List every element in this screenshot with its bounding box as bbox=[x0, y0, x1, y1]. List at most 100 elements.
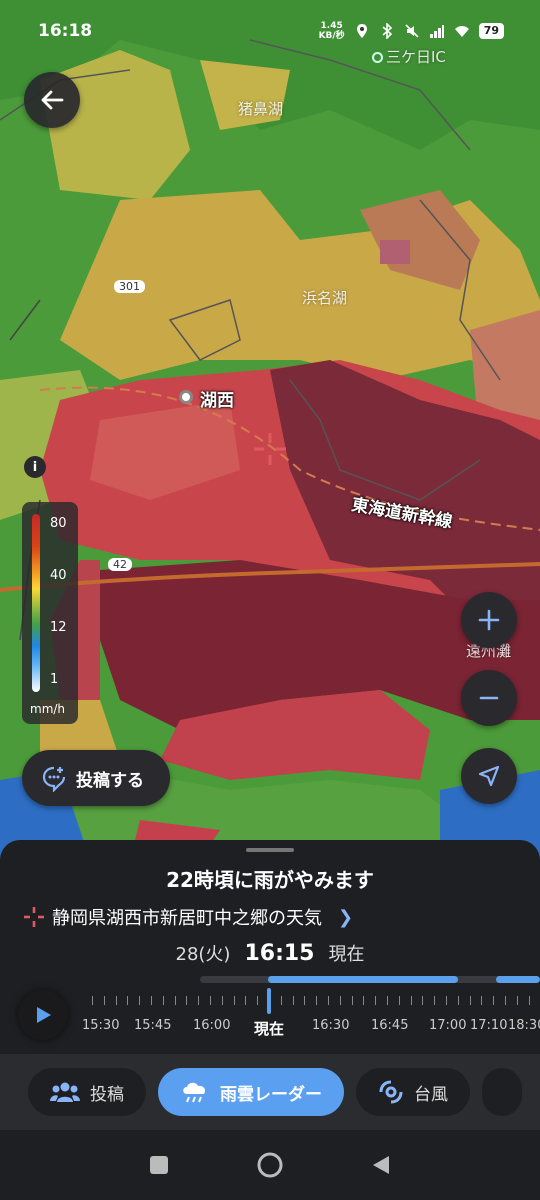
timeline-range-fill-2 bbox=[496, 976, 540, 983]
bottom-tab-bar: 投稿 雨雲レーダー 台風 bbox=[0, 1054, 540, 1130]
home-icon[interactable] bbox=[256, 1151, 284, 1179]
tab-rain-radar-label: 雨雲レーダー bbox=[220, 1084, 322, 1105]
timeline-tick bbox=[422, 996, 424, 1005]
timeline-tick bbox=[280, 996, 282, 1005]
timeline-tick bbox=[469, 996, 471, 1005]
timeline-label: 16:00 bbox=[193, 1018, 231, 1033]
rain-radar-overlay bbox=[0, 0, 540, 860]
timeline-tick bbox=[257, 996, 259, 1005]
timeline-tick bbox=[245, 996, 247, 1005]
people-icon bbox=[50, 1082, 80, 1102]
battery-level: 79 bbox=[478, 23, 504, 39]
post-report-button[interactable]: 投稿する bbox=[22, 750, 170, 806]
location-name: 静岡県湖西市新居町中之郷の天気 bbox=[52, 908, 322, 929]
zoom-out-button[interactable] bbox=[461, 670, 517, 726]
timeline-tick bbox=[493, 996, 495, 1005]
timeline-label: 16:30 bbox=[312, 1018, 350, 1033]
timeline-label: 15:45 bbox=[134, 1018, 172, 1033]
timeline-tick bbox=[516, 996, 518, 1005]
timeline-tick bbox=[351, 996, 353, 1005]
route-sign-301: 301 bbox=[114, 280, 145, 293]
system-nav-bar bbox=[0, 1130, 540, 1200]
timeline-tick bbox=[139, 996, 141, 1005]
current-time-row: 28(火) 16:15 現在 bbox=[0, 940, 540, 966]
timeline-label: 17:10 bbox=[470, 1018, 508, 1033]
network-speed-unit: KB/秒 bbox=[318, 31, 345, 41]
town-marker-icon bbox=[179, 390, 193, 404]
my-location-button[interactable] bbox=[461, 748, 517, 804]
map-label-lake1: 猪鼻湖 bbox=[238, 100, 284, 118]
route-sign-42: 42 bbox=[108, 558, 132, 571]
legend-tick-40: 40 bbox=[50, 568, 67, 583]
zoom-in-button[interactable] bbox=[461, 592, 517, 648]
timeline-tick bbox=[127, 996, 129, 1005]
tab-posts[interactable]: 投稿 bbox=[28, 1068, 146, 1116]
navigation-arrow-icon bbox=[478, 765, 500, 787]
mute-icon bbox=[405, 24, 419, 38]
timeline-tick bbox=[363, 996, 365, 1005]
crosshair-icon bbox=[24, 907, 44, 927]
recents-icon[interactable] bbox=[148, 1154, 170, 1176]
timeline-tick bbox=[316, 996, 318, 1005]
back-button[interactable] bbox=[24, 72, 80, 128]
current-date: 28(火) bbox=[175, 944, 231, 965]
network-speed: 1.45 KB/秒 bbox=[319, 21, 345, 41]
legend-tick-80: 80 bbox=[50, 516, 67, 531]
map-label-town: 湖西 bbox=[200, 391, 234, 411]
timeline-tick bbox=[186, 996, 188, 1005]
legend-color-bar bbox=[32, 514, 40, 692]
legend-unit: mm/h bbox=[30, 702, 66, 716]
timeline-tick bbox=[528, 996, 530, 1005]
legend-tick-12: 12 bbox=[50, 620, 67, 635]
timeline-tick bbox=[339, 996, 341, 1005]
rain-cloud-icon bbox=[183, 1082, 206, 1103]
timeline-labels: 15:30 15:45 16:00 現在 16:30 16:45 17:00 1… bbox=[0, 1018, 540, 1040]
timeline-tick bbox=[410, 996, 412, 1005]
location-weather-link[interactable]: 静岡県湖西市新居町中之郷の天気 ❯ bbox=[22, 904, 353, 930]
tab-typhoon[interactable]: 台風 bbox=[356, 1068, 470, 1116]
rain-forecast-headline: 22時頃に雨がやみます bbox=[166, 868, 374, 892]
timeline-tick bbox=[434, 996, 436, 1005]
wifi-icon bbox=[454, 26, 469, 37]
info-icon[interactable]: i bbox=[24, 456, 46, 478]
timeline-ticks[interactable] bbox=[80, 996, 540, 1008]
timeline-cursor[interactable] bbox=[267, 988, 271, 1014]
timeline-label: 16:45 bbox=[371, 1018, 409, 1033]
tab-posts-label: 投稿 bbox=[90, 1084, 124, 1105]
status-time: 16:18 bbox=[38, 21, 93, 41]
timeline-tick bbox=[398, 996, 400, 1005]
chevron-right-icon: ❯ bbox=[338, 906, 354, 928]
precipitation-legend: 80 40 12 1 mm/h bbox=[22, 502, 78, 724]
timeline-tick bbox=[221, 996, 223, 1005]
tab-typhoon-label: 台風 bbox=[414, 1084, 448, 1105]
timeline-tick bbox=[481, 996, 483, 1005]
timeline-tick bbox=[115, 996, 117, 1005]
signal-icon bbox=[429, 25, 444, 38]
timeline-tick bbox=[328, 996, 329, 1005]
sheet-drag-handle[interactable] bbox=[246, 848, 294, 852]
timeline-tick bbox=[198, 996, 200, 1005]
back-nav-icon[interactable] bbox=[370, 1154, 392, 1176]
post-report-label: 投稿する bbox=[76, 770, 144, 791]
typhoon-icon bbox=[379, 1080, 403, 1104]
timeline-tick bbox=[210, 996, 211, 1005]
timeline-tick bbox=[151, 996, 152, 1005]
legend-tick-1: 1 bbox=[50, 672, 59, 687]
map-label-lake2: 浜名湖 bbox=[302, 289, 348, 307]
timeline-label: 17:00 bbox=[429, 1018, 467, 1033]
timeline-tick bbox=[162, 996, 164, 1005]
timeline-tick bbox=[505, 996, 506, 1005]
timeline-tick bbox=[174, 996, 176, 1005]
current-time: 16:15 bbox=[244, 941, 315, 966]
plus-icon bbox=[478, 609, 500, 631]
status-bar: 16:18 1.45 KB/秒 79 bbox=[0, 0, 540, 62]
tab-rain-radar[interactable]: 雨雲レーダー bbox=[158, 1068, 344, 1116]
tab-more-partial[interactable] bbox=[482, 1068, 522, 1116]
timeline-label-current: 現在 bbox=[254, 1020, 285, 1038]
radar-map[interactable]: 16:18 1.45 KB/秒 79 三ケ日IC 猪鼻湖 浜名湖 遠州灘 301… bbox=[0, 0, 540, 860]
timeline-label: 18:30 bbox=[508, 1018, 540, 1033]
timeline-tick bbox=[233, 996, 235, 1005]
now-label: 現在 bbox=[328, 944, 365, 965]
network-speed-value: 1.45 bbox=[320, 21, 343, 31]
minus-icon bbox=[479, 696, 499, 700]
